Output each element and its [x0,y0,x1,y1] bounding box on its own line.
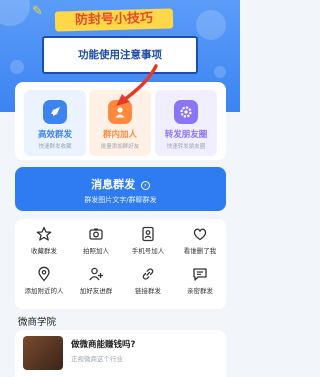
gear-icon [174,100,198,124]
tool-fav-send[interactable]: 收藏群发 [18,226,70,255]
tool-nearby-add[interactable]: 添加附近的人 [18,266,70,295]
feature-desc: 批量添加群好友 [100,144,140,150]
decor-circle [214,66,226,78]
tool-label: 收藏群发 [31,247,57,255]
mass-send-button[interactable]: 消息群发 › 群发图片文字/群聊群发 [15,167,226,211]
tool-link-send[interactable]: 链接群发 [122,266,174,295]
camera-icon [89,228,103,240]
lightbulb-icon: ✎ [32,4,43,19]
tool-photo-add[interactable]: 拍照加人 [70,226,122,255]
tool-label: 加好友进群 [79,287,113,295]
rocket-icon [43,100,67,124]
add-friend-icon [89,267,103,281]
mass-send-label: 消息群发 [91,178,136,191]
decor-circle [196,10,226,40]
link-icon [142,268,154,280]
tool-label: 链接群发 [135,287,161,295]
section-title: 微商学院 [18,317,57,328]
tool-close-send[interactable]: 亲密群发 [174,266,226,295]
tool-who-deleted[interactable]: 看谁删了我 [174,226,226,255]
feature-desc: 快速群发收藏 [38,144,72,150]
feature-moments-forward[interactable]: 转发朋友圈 快速转发朋友圈 [155,90,217,156]
star-icon [36,226,52,241]
feature-label: 群内加人 [102,130,137,140]
decor-circle [10,60,24,74]
article-title: 做微商能赚钱吗? [71,340,136,350]
tool-label: 看谁删了我 [183,247,217,255]
article-thumbnail [23,336,63,370]
tool-label: 手机号加人 [131,247,165,255]
tool-label: 拍照加人 [83,247,109,255]
feature-label: 高效群发 [37,130,72,140]
tool-phone-add[interactable]: 手机号加人 [122,226,174,255]
phone-book-icon [142,226,154,242]
message-icon [193,268,207,281]
location-icon [38,266,50,282]
hero-title: 防封号小技巧 [54,8,174,32]
article-desc: 正视微商这个行业 [71,355,123,363]
decor-circle [0,0,30,26]
feature-mass-send[interactable]: 高效群发 快速群发收藏 [24,90,86,156]
tool-label: 添加附近的人 [24,287,64,295]
feature-label: 转发朋友圈 [164,130,208,140]
heart-icon [193,228,207,241]
mass-send-desc: 群发图片文字/群聊群发 [84,196,157,204]
annotation-arrow-icon [116,64,158,106]
chevron-right-icon: › [140,180,150,190]
tool-label: 亲密群发 [187,287,213,295]
article-card[interactable]: 做微商能赚钱吗? 正视微商这个行业 [15,330,226,377]
feature-desc: 快速转发朋友圈 [166,144,206,150]
tool-friends-to-group[interactable]: 加好友进群 [70,266,122,295]
